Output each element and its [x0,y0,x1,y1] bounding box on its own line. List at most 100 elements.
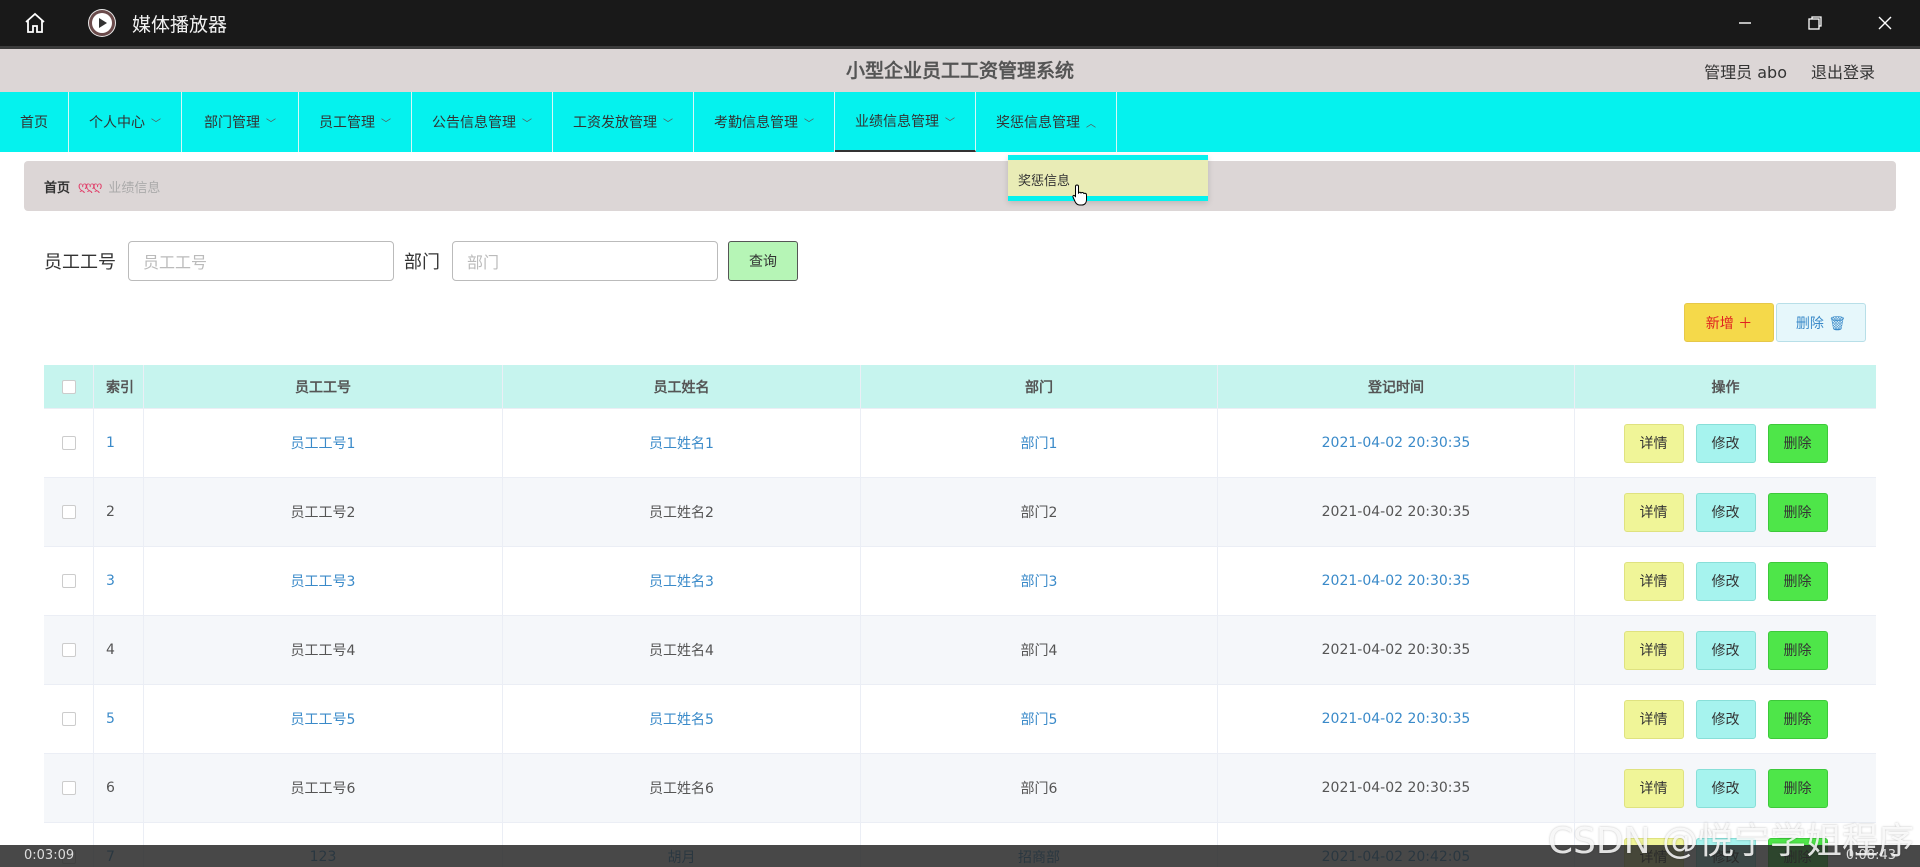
row-index: 6 [94,754,144,822]
player-titlebar: 媒体播放器 [0,0,1920,46]
minimize-icon [1739,22,1751,24]
row-index: 3 [94,547,144,615]
delete-button[interactable]: 删除 [1767,768,1828,808]
row-checkbox[interactable] [61,643,76,657]
row-actions: 详情 修改 删除 [1575,409,1876,477]
detail-button[interactable]: 详情 [1623,699,1684,739]
minimize-button[interactable] [1710,0,1780,46]
table-row: 5 员工工号5 员工姓名5 部门5 2021-04-02 20:30:35 详情 修改 … [44,685,1876,754]
breadcrumb-separator-icon: ღღღ [78,179,102,193]
header-department: 部门 [861,365,1218,408]
chevron-down-icon: ﹀ [804,118,814,130]
player-title: 媒体播放器 [132,13,228,36]
row-checkbox[interactable] [61,574,76,588]
search-bar: 员工工号 员工工号 部门 部门 查询 [44,241,798,281]
nav-performance[interactable]: 业绩信息管理 ﹀ [835,92,976,152]
dropdown-item-reward-info[interactable]: 奖惩信息 [1008,160,1208,199]
row-emp-no: 员工工号2 [144,478,503,546]
nav-salary[interactable]: 工资发放管理 ﹀ [553,92,694,152]
row-department: 部门1 [861,409,1218,477]
nav-label: 员工管理 [319,115,375,131]
query-button[interactable]: 查询 [728,241,798,281]
edit-button[interactable]: 修改 [1695,492,1756,532]
delete-button[interactable]: 删除 [1767,492,1828,532]
logout-link[interactable]: 退出登录 [1811,59,1875,83]
row-actions: 详情 修改 删除 [1575,685,1876,753]
batch-delete-button[interactable]: 删除 🗑 [1776,303,1866,342]
row-emp-no: 员工工号6 [144,754,503,822]
watermark: CSDN @悦宁学姐程序 [1547,821,1914,862]
nav-announcement[interactable]: 公告信息管理 ﹀ [412,92,553,152]
row-department: 部门3 [861,547,1218,615]
chevron-down-icon: ﹀ [945,117,955,129]
emp-no-input[interactable]: 员工工号 [128,241,394,281]
detail-button[interactable]: 详情 [1623,492,1684,532]
row-checkbox[interactable] [61,436,76,450]
row-register-time: 2021-04-02 20:30:35 [1218,478,1575,546]
row-emp-name: 员工姓名2 [503,478,861,546]
nav-department[interactable]: 部门管理 ﹀ [182,92,299,152]
row-emp-no: 员工工号1 [144,409,503,477]
header-emp-no: 员工工号 [144,365,503,408]
nav-reward-punishment[interactable]: 奖惩信息管理 ︿ [976,92,1117,152]
table-header-row: 索引 员工工号 员工姓名 部门 登记时间 操作 [44,365,1876,409]
detail-button[interactable]: 详情 [1623,423,1684,463]
hand-cursor-icon [1072,184,1087,206]
nav-attendance[interactable]: 考勤信息管理 ﹀ [694,92,835,152]
header-actions: 操作 [1711,379,1740,396]
detail-button[interactable]: 详情 [1623,630,1684,670]
row-index: 4 [94,616,144,684]
dept-input[interactable]: 部门 [452,241,718,281]
row-register-time: 2021-04-02 20:30:35 [1218,616,1575,684]
row-register-time: 2021-04-02 20:30:35 [1218,685,1575,753]
restore-button[interactable] [1780,0,1850,46]
row-select-cell [44,754,94,822]
nav-personal-center[interactable]: 个人中心 ﹀ [69,92,182,152]
row-checkbox[interactable] [61,781,76,795]
chevron-down-icon: ﹀ [151,118,161,130]
home-button[interactable] [0,0,70,46]
select-all-checkbox[interactable] [61,379,76,394]
row-select-cell [44,685,94,753]
row-emp-no: 员工工号4 [144,616,503,684]
row-select-cell [44,616,94,684]
row-select-cell [44,478,94,546]
detail-button[interactable]: 详情 [1623,768,1684,808]
delete-button[interactable]: 删除 [1767,630,1828,670]
row-emp-name: 员工姓名3 [503,547,861,615]
row-emp-no: 员工工号5 [144,685,503,753]
system-title: 小型企业员工工资管理系统 [845,60,1074,82]
breadcrumb-home[interactable]: 首页 [44,177,70,196]
delete-button[interactable]: 删除 [1767,561,1828,601]
edit-button[interactable]: 修改 [1695,423,1756,463]
nav-employee[interactable]: 员工管理 ﹀ [299,92,412,152]
table-row: 2 员工工号2 员工姓名2 部门2 2021-04-02 20:30:35 详情 修改 … [44,478,1876,547]
add-button[interactable]: 新增 ＋ [1684,303,1774,342]
delete-button[interactable]: 删除 [1767,423,1828,463]
chevron-up-icon: ︿ [1086,118,1096,130]
edit-button[interactable]: 修改 [1695,699,1756,739]
edit-button[interactable]: 修改 [1695,768,1756,808]
chevron-down-icon: ﹀ [381,118,391,130]
row-department: 部门5 [861,685,1218,753]
breadcrumb: 首页 ღღღ 业绩信息 [24,161,1896,211]
nav-label: 业绩信息管理 [855,114,939,130]
row-index: 2 [94,478,144,546]
nav-label: 公告信息管理 [432,115,516,131]
close-button[interactable] [1850,0,1920,46]
restore-icon [1808,16,1822,30]
delete-button[interactable]: 删除 [1767,699,1828,739]
row-index: 5 [94,685,144,753]
table-row: 1 员工工号1 员工姓名1 部门1 2021-04-02 20:30:35 详情 修改 … [44,409,1876,478]
table-row: 4 员工工号4 员工姓名4 部门4 2021-04-02 20:30:35 详情 修改 … [44,616,1876,685]
row-emp-name: 员工姓名1 [503,409,861,477]
media-player-icon [88,9,116,37]
nav-home[interactable]: 首页 [0,92,69,152]
row-checkbox[interactable] [61,712,76,726]
row-register-time: 2021-04-02 20:30:35 [1218,754,1575,822]
edit-button[interactable]: 修改 [1695,630,1756,670]
select-all-cell [44,365,94,408]
detail-button[interactable]: 详情 [1623,561,1684,601]
row-checkbox[interactable] [61,505,76,519]
edit-button[interactable]: 修改 [1695,561,1756,601]
